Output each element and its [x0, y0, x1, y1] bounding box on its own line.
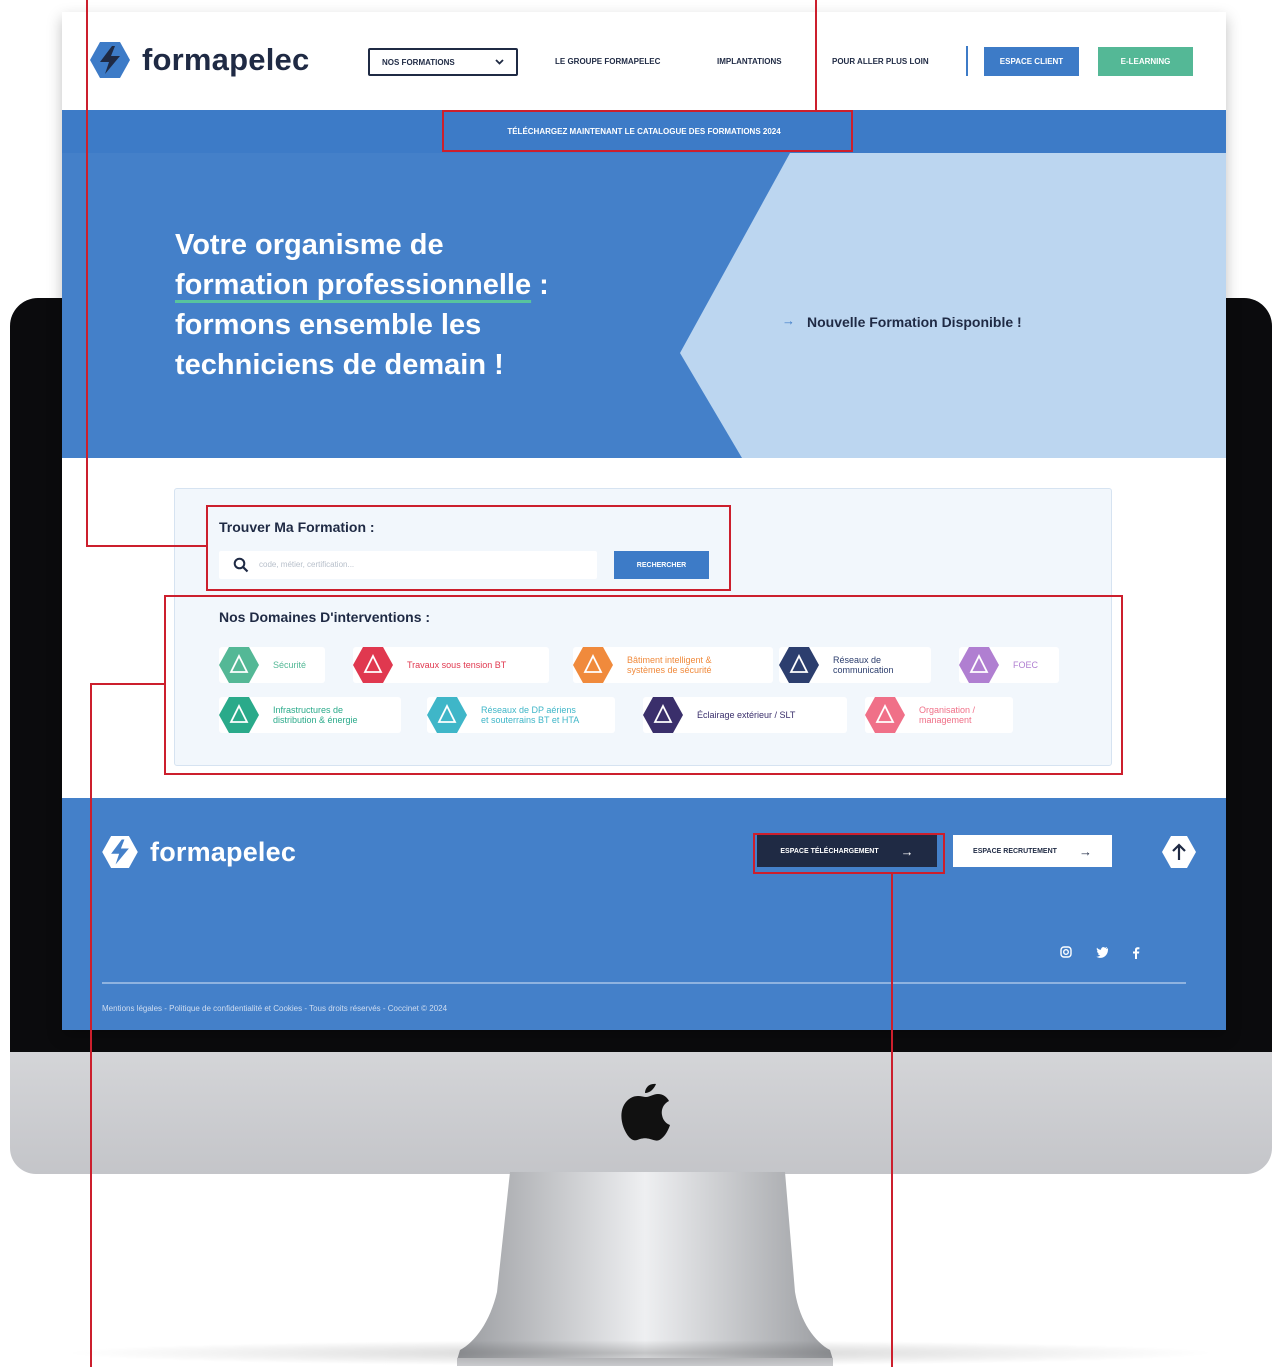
callout-box-domains [164, 595, 1123, 775]
e-learning-button[interactable]: E-LEARNING [1098, 47, 1193, 76]
arrow-right-icon: → [782, 313, 795, 328]
nav-link-implantations[interactable]: IMPLANTATIONS [717, 57, 782, 66]
site-logo[interactable]: formapelec [90, 42, 309, 78]
callout-line-search-horizontal [86, 545, 208, 547]
facebook-icon[interactable] [1132, 946, 1140, 959]
hero-section: Votre organisme de formation professionn… [62, 153, 1226, 458]
nav-separator [966, 46, 968, 76]
chevron-down-icon [495, 59, 504, 65]
arrow-right-icon: → [1078, 843, 1092, 859]
hero-title: Votre organisme de formation professionn… [175, 225, 635, 385]
hero-line-3: formons ensemble les [175, 309, 482, 341]
hero-line-2-suffix: : [531, 269, 549, 301]
footer-divider [102, 982, 1186, 984]
footer-logo-text: formapelec [150, 836, 297, 867]
stand-shadow [60, 1340, 1220, 1366]
hero-line-1: Votre organisme de [175, 229, 444, 261]
callout-line-download [891, 872, 893, 1367]
new-formation-link[interactable]: Nouvelle Formation Disponible ! [807, 314, 1022, 330]
callout-box-download [753, 833, 945, 874]
site-footer: formapelec ESPACE TÉLÉCHARGEMENT → ESPAC… [62, 798, 1226, 1030]
hero-line-2-highlight: formation professionnelle [175, 269, 532, 301]
espace-client-button[interactable]: ESPACE CLIENT [984, 47, 1079, 76]
scroll-top-icon[interactable] [1162, 836, 1196, 868]
nos-formations-dropdown[interactable]: NOS FORMATIONS [368, 48, 518, 76]
nav-link-plus-loin[interactable]: POUR ALLER PLUS LOIN [832, 57, 929, 66]
imac-mockup: formapelec NOS FORMATIONS LE GROUPE FORM… [0, 0, 1272, 1367]
callout-box-search [206, 505, 731, 591]
twitter-icon[interactable] [1096, 946, 1109, 958]
callout-box-banner [442, 110, 853, 152]
hero-line-4: techniciens de demain ! [175, 349, 504, 381]
top-navigation: formapelec NOS FORMATIONS LE GROUPE FORM… [62, 12, 1226, 110]
callout-line-banner [815, 0, 817, 112]
dropdown-label: NOS FORMATIONS [382, 57, 455, 67]
callout-line-domains-horizontal [90, 683, 166, 685]
nav-link-groupe[interactable]: LE GROUPE FORMAPELEC [555, 57, 660, 66]
formapelec-logo-icon [90, 42, 130, 78]
footer-logo[interactable]: formapelec [102, 836, 296, 868]
callout-line-domains-vertical [90, 683, 92, 1367]
espace-recrutement-button[interactable]: ESPACE RECRUTEMENT → [953, 835, 1112, 867]
formapelec-logo-icon [102, 836, 138, 868]
recruit-button-label: ESPACE RECRUTEMENT [973, 847, 1057, 855]
imac-stand [457, 1172, 833, 1366]
callout-line-search-vertical [86, 0, 88, 547]
apple-logo-icon [621, 1083, 670, 1141]
instagram-icon[interactable] [1060, 946, 1072, 958]
logo-text: formapelec [142, 42, 310, 77]
footer-legal-links[interactable]: Mentions légales - Politique de confiden… [102, 1004, 447, 1013]
